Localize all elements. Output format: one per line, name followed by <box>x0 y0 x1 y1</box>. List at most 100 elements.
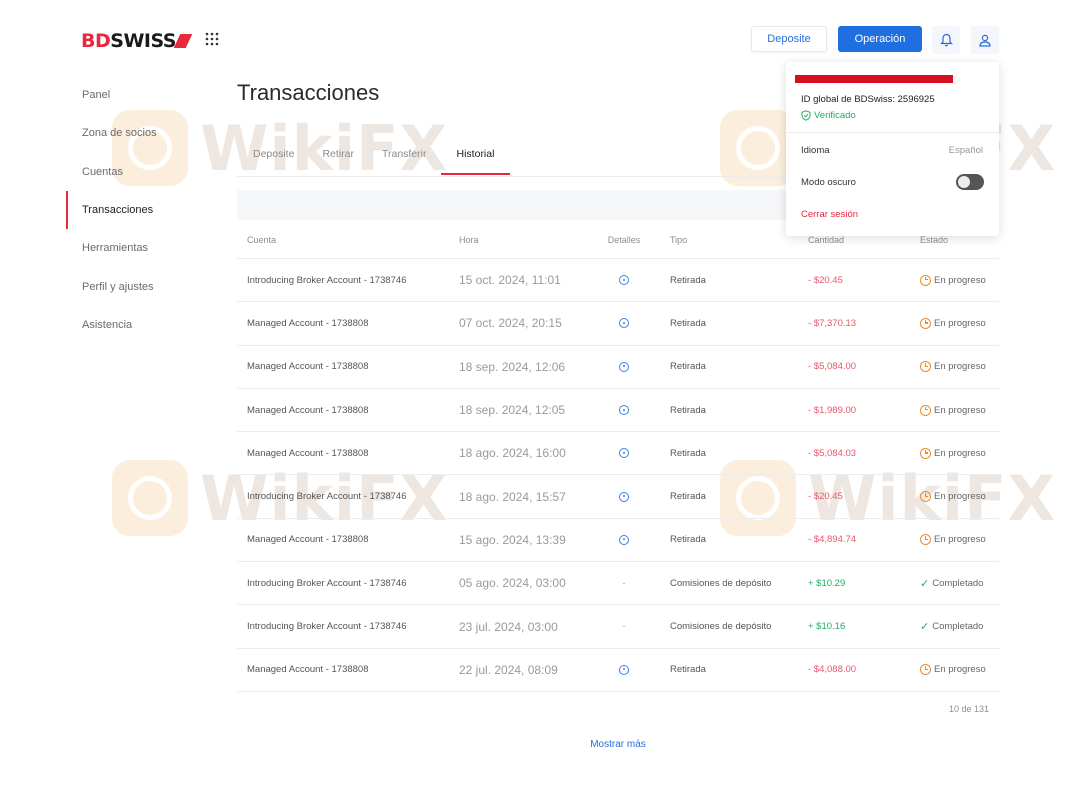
cell-status: En progreso <box>916 447 999 459</box>
cell-status: En progreso <box>916 317 999 329</box>
clock-icon <box>920 447 931 459</box>
info-icon[interactable] <box>619 664 629 675</box>
language-selector[interactable]: Español <box>949 145 983 156</box>
cell-account: Managed Account - 1738808 <box>247 404 369 416</box>
logout-link[interactable]: Cerrar sesión <box>801 209 858 220</box>
sidebar-item-tools[interactable]: Herramientas <box>66 229 216 267</box>
tab-withdraw[interactable]: Retirar <box>308 135 368 175</box>
cell-amount: - $5,084.03 <box>808 447 857 459</box>
table-row[interactable]: Managed Account - 1738808 18 ago. 2024, 1… <box>237 432 999 476</box>
cell-status: ✓ Completado <box>916 577 999 590</box>
column-header-amount[interactable]: Cantidad <box>798 235 916 245</box>
notifications-bell-icon[interactable] <box>932 26 960 54</box>
table-row[interactable]: Managed Account - 1738808 07 oct. 2024, 2… <box>237 302 999 346</box>
global-id: ID global de BDSwiss: 2596925 <box>801 94 935 105</box>
status-label: En progreso <box>934 361 986 373</box>
column-header-details: Detalles <box>607 235 641 245</box>
status-label: Completado <box>932 621 984 633</box>
info-icon[interactable] <box>619 491 629 502</box>
table-row[interactable]: Managed Account - 1738808 18 sep. 2024, 1… <box>237 346 999 389</box>
sidebar-item-accounts[interactable]: Cuentas <box>66 153 216 191</box>
tab-transfer[interactable]: Transferir <box>368 135 441 175</box>
table-row[interactable]: Managed Account - 1738808 22 jul. 2024, 0… <box>237 649 999 692</box>
cell-type: Retirada <box>670 664 706 676</box>
cell-type: Retirada <box>670 317 706 329</box>
page-title: Transacciones <box>237 80 380 105</box>
cell-amount: + $10.29 <box>808 577 846 589</box>
sidebar-item-support[interactable]: Asistencia <box>66 306 216 344</box>
column-header-account[interactable]: Cuenta <box>237 235 449 245</box>
table-body: Introducing Broker Account - 1738746 15 o… <box>237 259 999 692</box>
verified-label: Verificado <box>814 110 856 121</box>
shield-check-icon <box>801 110 811 121</box>
clock-icon <box>920 361 931 373</box>
info-icon[interactable] <box>619 405 629 416</box>
cell-type: Retirada <box>670 534 706 546</box>
show-more-link[interactable]: Mostrar más <box>580 739 656 750</box>
cell-account: Introducing Broker Account - 1738746 <box>247 491 407 503</box>
cell-time: 15 ago. 2024, 13:39 <box>459 532 566 547</box>
tab-history[interactable]: Historial <box>440 135 511 175</box>
cell-details <box>588 275 660 286</box>
cell-type: Retirada <box>670 447 706 459</box>
cell-status: En progreso <box>916 491 999 503</box>
cell-details <box>588 491 660 502</box>
clock-icon <box>920 664 931 676</box>
table-row[interactable]: Introducing Broker Account - 1738746 05 a… <box>237 562 999 606</box>
clock-icon <box>920 404 931 416</box>
info-icon[interactable] <box>619 448 629 459</box>
sidebar-item-partner-zone[interactable]: Zona de socios <box>66 114 216 152</box>
watermark-logo-icon <box>112 460 188 536</box>
cell-account: Managed Account - 1738808 <box>247 317 369 329</box>
cell-details: - <box>588 621 660 632</box>
info-icon[interactable] <box>619 361 629 372</box>
cell-account: Introducing Broker Account - 1738746 <box>247 274 407 286</box>
tab-deposit[interactable]: Deposite <box>237 135 308 175</box>
cell-type: Retirada <box>670 274 706 286</box>
clock-icon <box>920 317 931 329</box>
logo-swiss: SWISS <box>110 30 176 52</box>
user-dropdown-menu: ID global de BDSwiss: 2596925 Verificado… <box>786 62 999 236</box>
operation-button[interactable]: Operación <box>838 26 922 52</box>
table-row[interactable]: Introducing Broker Account - 1738746 18 a… <box>237 475 999 519</box>
column-header-time[interactable]: Hora <box>449 235 588 245</box>
cell-details <box>588 664 660 675</box>
status-label: En progreso <box>934 534 986 546</box>
table-row[interactable]: Managed Account - 1738808 18 sep. 2024, 1… <box>237 389 999 433</box>
cell-status: En progreso <box>916 534 999 546</box>
sidebar-item-panel[interactable]: Panel <box>66 76 216 114</box>
status-label: En progreso <box>934 317 986 329</box>
cell-details: - <box>588 578 660 589</box>
apps-grid-icon[interactable] <box>205 32 219 46</box>
info-icon[interactable] <box>619 534 629 545</box>
column-header-type[interactable]: Tipo <box>660 235 798 245</box>
table-row[interactable]: Managed Account - 1738808 15 ago. 2024, 1… <box>237 519 999 563</box>
cell-time: 05 ago. 2024, 03:00 <box>459 576 566 591</box>
cell-type: Comisiones de depósito <box>670 621 772 633</box>
cell-account: Managed Account - 1738808 <box>247 361 369 373</box>
sidebar-item-profile-settings[interactable]: Perfil y ajustes <box>66 267 216 305</box>
cell-account: Managed Account - 1738808 <box>247 664 369 676</box>
user-profile-icon[interactable] <box>971 26 999 54</box>
table-row[interactable]: Introducing Broker Account - 1738746 23 j… <box>237 605 999 649</box>
bdswiss-logo[interactable]: BDSWISS <box>81 30 193 52</box>
cell-amount: + $10.16 <box>808 621 846 633</box>
info-icon[interactable] <box>619 275 629 286</box>
cell-account: Managed Account - 1738808 <box>247 447 369 459</box>
deposit-button[interactable]: Deposite <box>751 26 827 52</box>
cell-status: ✓ Completado <box>916 620 999 633</box>
details-empty: - <box>622 577 626 589</box>
info-icon[interactable] <box>619 318 629 329</box>
dark-mode-toggle[interactable] <box>956 174 984 190</box>
cell-time: 23 jul. 2024, 03:00 <box>459 619 558 634</box>
sidebar-item-transactions[interactable]: Transacciones <box>66 190 216 230</box>
cell-amount: - $20.45 <box>808 491 843 503</box>
cell-amount: - $5,084.00 <box>808 361 857 373</box>
column-header-status[interactable]: Estado <box>916 235 999 245</box>
cell-type: Retirada <box>670 404 706 416</box>
clock-icon <box>920 534 931 546</box>
details-empty: - <box>622 621 626 633</box>
table-row[interactable]: Introducing Broker Account - 1738746 15 o… <box>237 259 999 303</box>
cell-time: 18 ago. 2024, 15:57 <box>459 489 566 504</box>
check-icon: ✓ <box>920 621 930 634</box>
